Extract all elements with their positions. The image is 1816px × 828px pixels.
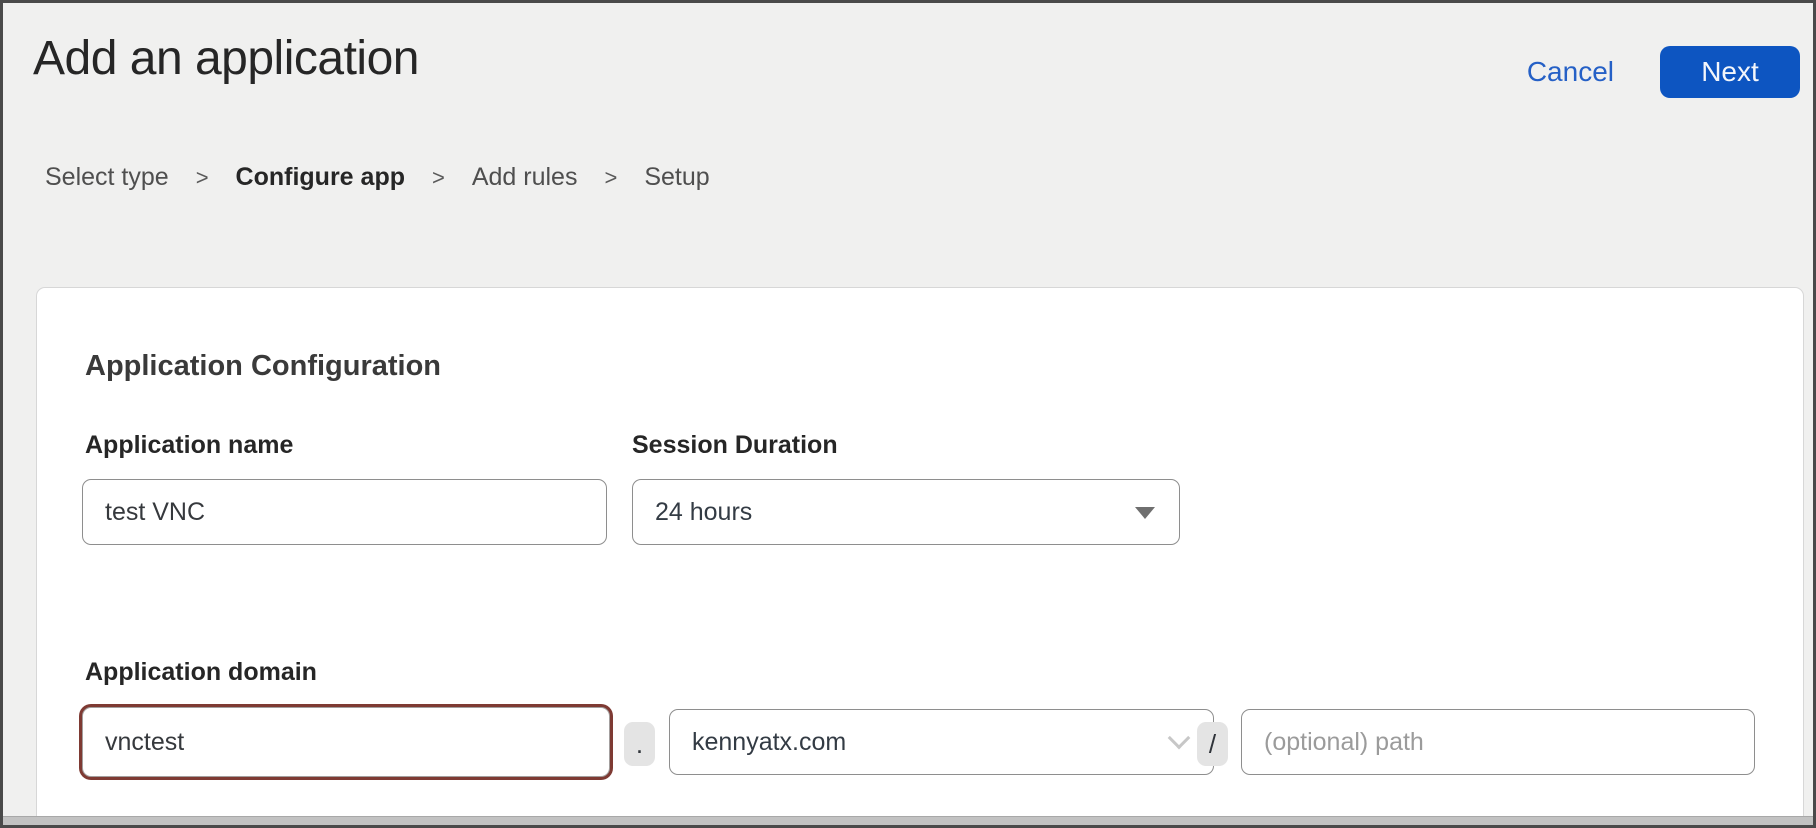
horizontal-scrollbar[interactable] — [3, 816, 1813, 825]
breadcrumb-separator: > — [604, 165, 617, 191]
dot-separator: . — [624, 722, 655, 766]
session-duration-select[interactable]: 24 hours — [632, 479, 1180, 545]
breadcrumb-step-select-type[interactable]: Select type — [45, 163, 169, 192]
next-button[interactable]: Next — [1660, 46, 1800, 98]
add-application-window: Add an application Cancel Next Select ty… — [0, 0, 1816, 828]
dropdown-arrow-icon — [1135, 507, 1155, 519]
slash-separator: / — [1197, 722, 1228, 766]
breadcrumb-step-setup[interactable]: Setup — [644, 163, 709, 192]
breadcrumb: Select type > Configure app > Add rules … — [45, 163, 710, 192]
cancel-button[interactable]: Cancel — [1527, 56, 1614, 88]
section-title: Application Configuration — [85, 350, 441, 383]
chevron-down-icon — [1168, 727, 1191, 750]
breadcrumb-step-configure-app[interactable]: Configure app — [236, 163, 405, 192]
domain-select-value: kennyatx.com — [692, 728, 846, 757]
domain-select[interactable]: kennyatx.com — [669, 709, 1214, 775]
subdomain-input[interactable] — [82, 707, 610, 777]
path-input[interactable] — [1241, 709, 1755, 775]
application-name-input[interactable] — [82, 479, 607, 545]
application-name-label: Application name — [85, 431, 293, 460]
page-title: Add an application — [33, 31, 419, 86]
breadcrumb-separator: > — [196, 165, 209, 191]
session-duration-label: Session Duration — [632, 431, 838, 460]
breadcrumb-separator: > — [432, 165, 445, 191]
breadcrumb-step-add-rules[interactable]: Add rules — [472, 163, 578, 192]
application-configuration-card: Application Configuration Application na… — [36, 287, 1804, 828]
application-domain-label: Application domain — [85, 658, 317, 687]
header-actions: Cancel Next — [1527, 46, 1800, 98]
session-duration-value: 24 hours — [655, 498, 752, 527]
